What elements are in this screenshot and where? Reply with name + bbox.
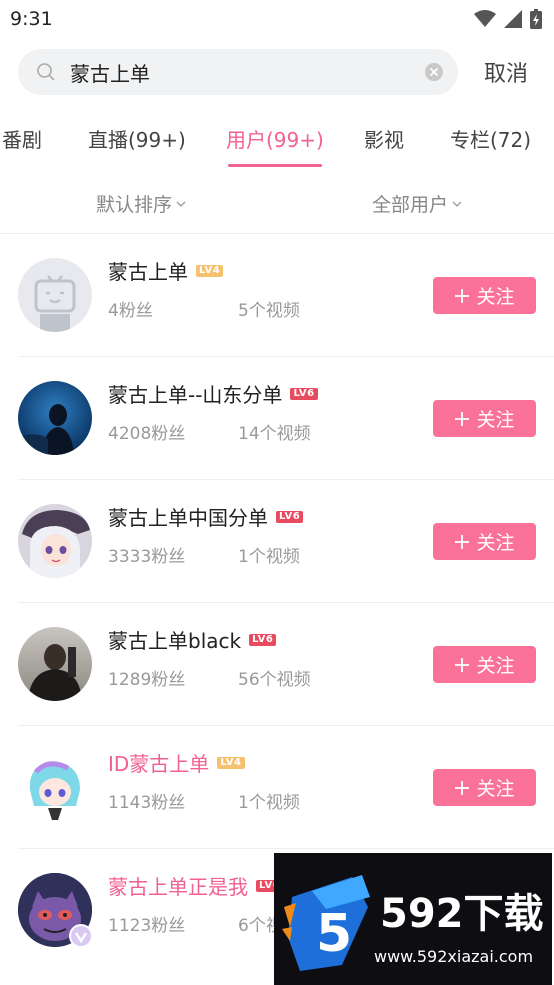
- fans-count: 1289粉丝: [108, 670, 186, 690]
- avatar[interactable]: [18, 258, 92, 332]
- search-bar: 蒙古上单 取消: [0, 38, 554, 106]
- user-name[interactable]: 蒙古上单--山东分单 LV6: [108, 379, 318, 408]
- tab-users[interactable]: 用户(99+): [226, 124, 324, 167]
- verified-badge-icon: [69, 924, 93, 948]
- video-count: 14个视频: [238, 424, 311, 444]
- user-name-text: 蒙古上单black: [108, 629, 242, 653]
- watermark-logo: 5: [282, 875, 370, 971]
- user-name[interactable]: 蒙古上单中国分单 LV6: [108, 502, 304, 531]
- plus-icon: [455, 288, 470, 303]
- fans-count: 1143粉丝: [108, 793, 186, 813]
- plus-icon: [455, 411, 470, 426]
- follow-button[interactable]: 关注: [433, 277, 536, 314]
- sort-order-dropdown[interactable]: 默认排序: [96, 190, 186, 217]
- tab-active-indicator: [228, 164, 322, 167]
- avatar-chibi: [29, 761, 80, 820]
- list-item[interactable]: 蒙古上单中国分单 LV6 3333粉丝 1个视频 关注: [0, 480, 554, 603]
- tab-bangumi[interactable]: 番剧: [2, 124, 42, 153]
- follow-label: 关注: [476, 655, 515, 677]
- follow-label: 关注: [476, 286, 515, 308]
- watermark-brand: 592下载: [380, 891, 544, 937]
- status-bar: 9:31: [0, 0, 554, 38]
- avatar-anime-girl: [22, 510, 90, 578]
- user-name-text: 蒙古上单正是我: [108, 875, 248, 899]
- user-stats: 1123粉丝 6个视频: [108, 911, 300, 936]
- fans-count: 4208粉丝: [108, 424, 186, 444]
- user-filter-label: 全部用户: [372, 194, 449, 216]
- battery-icon: [530, 9, 542, 29]
- user-name-text: 蒙古上单: [108, 260, 188, 284]
- plus-icon: [455, 534, 470, 549]
- level-badge: LV6: [290, 387, 318, 400]
- sort-order-label: 默认排序: [96, 194, 173, 216]
- avatar[interactable]: [18, 504, 92, 578]
- avatar[interactable]: [18, 750, 92, 824]
- follow-button[interactable]: 关注: [433, 646, 536, 683]
- avatar-photo: [28, 644, 82, 701]
- chevron-down-icon: [176, 201, 186, 207]
- user-filter-dropdown[interactable]: 全部用户: [372, 190, 462, 217]
- tab-movies[interactable]: 影视: [364, 124, 404, 153]
- default-avatar-tv-icon: [34, 275, 76, 332]
- avatar[interactable]: [18, 627, 92, 701]
- list-item[interactable]: 蒙古上单--山东分单 LV6 4208粉丝 14个视频 关注: [0, 357, 554, 480]
- plus-icon: [455, 780, 470, 795]
- follow-button[interactable]: 关注: [433, 400, 536, 437]
- tab-users-label: 用户(99+): [226, 128, 324, 152]
- user-name[interactable]: 蒙古上单正是我 LV6: [108, 871, 284, 900]
- follow-label: 关注: [476, 532, 515, 554]
- search-query[interactable]: 蒙古上单: [70, 58, 424, 87]
- plus-icon: [455, 657, 470, 672]
- user-stats: 4粉丝 5个视频: [108, 296, 300, 321]
- user-name[interactable]: 蒙古上单black LV6: [108, 625, 277, 654]
- fans-count: 3333粉丝: [108, 547, 186, 567]
- avatar[interactable]: [18, 381, 92, 455]
- user-stats: 4208粉丝 14个视频: [108, 419, 311, 444]
- cancel-button[interactable]: 取消: [484, 56, 528, 88]
- user-name-text: 蒙古上单中国分单: [108, 506, 268, 530]
- video-count: 5个视频: [238, 301, 300, 321]
- level-badge: LV6: [249, 633, 277, 646]
- chevron-down-icon: [452, 201, 462, 207]
- list-item[interactable]: 蒙古上单black LV6 1289粉丝 56个视频 关注: [0, 603, 554, 726]
- user-stats: 1143粉丝 1个视频: [108, 788, 300, 813]
- fans-count: 4粉丝: [108, 301, 153, 321]
- level-badge: LV4: [217, 756, 245, 769]
- video-count: 1个视频: [238, 793, 300, 813]
- wifi-icon: [474, 10, 496, 27]
- sort-bar: 默认排序 全部用户: [0, 172, 554, 234]
- system-icons: [474, 9, 542, 29]
- tab-articles[interactable]: 专栏(72): [450, 124, 531, 153]
- watermark-url: www.592xiazai.com: [374, 947, 534, 966]
- search-tabs: 番剧 直播(99+) 用户(99+) 影视 专栏(72): [0, 106, 554, 172]
- user-stats: 3333粉丝 1个视频: [108, 542, 300, 567]
- signal-icon: [504, 10, 522, 28]
- tab-live[interactable]: 直播(99+): [88, 124, 186, 153]
- level-badge: LV6: [276, 510, 304, 523]
- clear-icon[interactable]: [424, 62, 444, 82]
- search-icon: [37, 63, 55, 81]
- list-item[interactable]: 蒙古上单 LV4 4粉丝 5个视频 关注: [0, 234, 554, 357]
- follow-label: 关注: [476, 778, 515, 800]
- follow-button[interactable]: 关注: [433, 523, 536, 560]
- fans-count: 1123粉丝: [108, 916, 186, 936]
- watermark-logo-digit: 5: [316, 904, 352, 964]
- user-name[interactable]: 蒙古上单 LV4: [108, 256, 224, 285]
- avatar-photo: [18, 404, 74, 455]
- search-input[interactable]: 蒙古上单: [18, 49, 458, 95]
- user-name-text: 蒙古上单--山东分单: [108, 383, 283, 407]
- status-time: 9:31: [10, 8, 53, 30]
- watermark: 5 592下载 www.592xiazai.com: [274, 853, 552, 985]
- user-stats: 1289粉丝 56个视频: [108, 665, 311, 690]
- follow-label: 关注: [476, 409, 515, 431]
- list-item[interactable]: ID蒙古上单 LV4 1143粉丝 1个视频 关注: [0, 726, 554, 849]
- video-count: 1个视频: [238, 547, 300, 567]
- user-name[interactable]: ID蒙古上单 LV4: [108, 748, 245, 777]
- video-count: 56个视频: [238, 670, 311, 690]
- follow-button[interactable]: 关注: [433, 769, 536, 806]
- user-name-text: ID蒙古上单: [108, 752, 210, 776]
- level-badge: LV4: [196, 264, 224, 277]
